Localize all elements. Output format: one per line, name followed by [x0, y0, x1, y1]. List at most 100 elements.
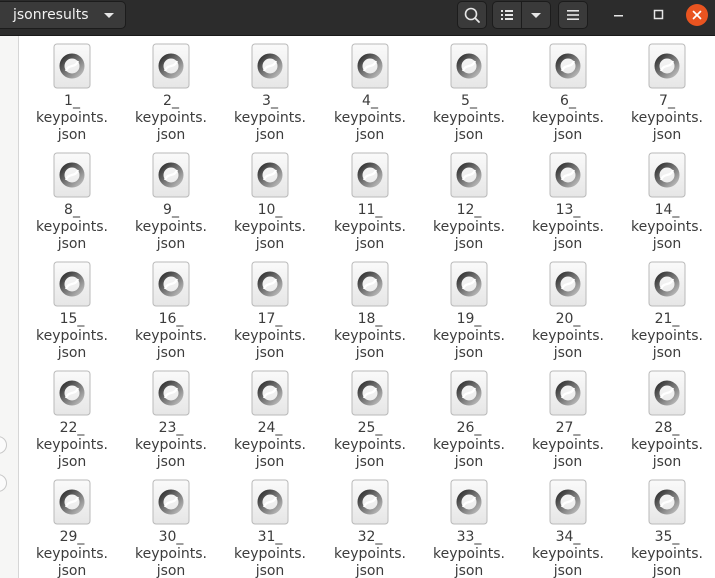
json-file-icon: [648, 479, 686, 525]
file-name-line: keypoints.: [532, 437, 604, 453]
file-name-label: 11_ keypoints. json: [325, 202, 415, 253]
file-name-label: 20_ keypoints. json: [523, 311, 613, 362]
file-name-line: keypoints.: [631, 546, 703, 562]
file-name-line: 10_: [257, 202, 283, 218]
json-file-icon-graphic: [648, 152, 686, 198]
json-file-icon-graphic: [549, 43, 587, 89]
sidebar-edge: [0, 36, 19, 578]
file-name-line: json: [57, 127, 87, 143]
file-name-label: 19_ keypoints. json: [424, 311, 514, 362]
file-name-line: json: [255, 454, 285, 470]
file-name-line: keypoints.: [135, 546, 207, 562]
hamburger-menu-icon: [567, 10, 579, 20]
file-name-line: 20_: [555, 311, 581, 327]
file-name-line: 8_: [64, 202, 80, 218]
file-name-line: json: [57, 236, 87, 252]
file-name-line: keypoints.: [631, 437, 703, 453]
file-name-line: json: [652, 345, 682, 361]
file-name-label: 35_ keypoints. json: [622, 529, 712, 578]
list-view-button[interactable]: [493, 2, 521, 28]
json-file-icon-graphic: [450, 152, 488, 198]
json-file-icon: [351, 152, 389, 198]
json-file-icon: [549, 152, 587, 198]
header-bar: jsonresults: [0, 0, 715, 36]
path-bar-button[interactable]: jsonresults: [0, 1, 126, 29]
file-name-line: json: [355, 127, 385, 143]
json-file-icon: [450, 370, 488, 416]
file-name-line: keypoints.: [234, 437, 306, 453]
file-name-line: 23_: [158, 420, 184, 436]
file-name-line: json: [652, 236, 682, 252]
file-name-label: 3_ keypoints. json: [225, 93, 315, 144]
file-name-line: 21_: [654, 311, 680, 327]
file-name-line: json: [553, 454, 583, 470]
main-menu-button[interactable]: [558, 1, 588, 29]
file-name-line: keypoints.: [631, 110, 703, 126]
file-name-line: keypoints.: [631, 219, 703, 235]
file-name-line: 4_: [362, 93, 378, 109]
file-name-line: 34_: [555, 529, 581, 545]
file-name-line: json: [255, 563, 285, 578]
json-file-icon-graphic: [152, 261, 190, 307]
json-file-icon: [549, 370, 587, 416]
file-name-label: 12_ keypoints. json: [424, 202, 514, 253]
file-name-line: 27_: [555, 420, 581, 436]
json-file-icon-graphic: [450, 370, 488, 416]
json-file-icon: [351, 479, 389, 525]
json-file-icon-graphic: [549, 479, 587, 525]
file-name-label: 5_ keypoints. json: [424, 93, 514, 144]
maximize-icon: [653, 9, 664, 20]
file-name-line: keypoints.: [334, 546, 406, 562]
json-file-icon-graphic: [53, 43, 91, 89]
file-name-label: 4_ keypoints. json: [325, 93, 415, 144]
file-name-line: keypoints.: [135, 437, 207, 453]
json-file-icon: [152, 261, 190, 307]
file-name-label: 17_ keypoints. json: [225, 311, 315, 362]
file-name-line: keypoints.: [234, 219, 306, 235]
file-name-line: keypoints.: [532, 328, 604, 344]
file-name-line: json: [652, 454, 682, 470]
file-name-line: 11_: [357, 202, 383, 218]
file-name-line: json: [652, 127, 682, 143]
file-name-line: keypoints.: [36, 437, 108, 453]
file-name-line: json: [156, 236, 186, 252]
file-name-line: 13_: [555, 202, 581, 218]
file-name-line: json: [553, 127, 583, 143]
json-file-icon: [450, 261, 488, 307]
json-file-icon-graphic: [152, 479, 190, 525]
file-icon-grid: 1_ keypoints. json 2_ keypoints. json 3_ keypoi…: [19, 36, 715, 578]
file-name-line: json: [553, 236, 583, 252]
file-name-line: 22_: [59, 420, 85, 436]
file-name-line: keypoints.: [234, 328, 306, 344]
json-file-icon: [351, 370, 389, 416]
file-name-line: json: [57, 563, 87, 578]
sidebar-device-icon[interactable]: [0, 474, 7, 492]
file-manager-window: jsonresults 1_ keypoints. json 2_ keypoi…: [0, 0, 715, 578]
search-button[interactable]: [457, 1, 487, 29]
close-button[interactable]: [686, 4, 708, 26]
file-name-line: 26_: [456, 420, 482, 436]
file-name-label: 18_ keypoints. json: [325, 311, 415, 362]
json-file-icon-graphic: [152, 152, 190, 198]
file-name-label: 24_ keypoints. json: [225, 420, 315, 471]
file-name-line: 24_: [257, 420, 283, 436]
json-file-icon: [450, 479, 488, 525]
search-icon: [464, 7, 480, 23]
sidebar-device-icon[interactable]: [0, 436, 7, 454]
maximize-button[interactable]: [646, 3, 670, 27]
json-file-icon: [53, 261, 91, 307]
file-name-line: keypoints.: [334, 219, 406, 235]
file-name-line: keypoints.: [334, 328, 406, 344]
file-name-label: 34_ keypoints. json: [523, 529, 613, 578]
view-options-button[interactable]: [522, 2, 550, 28]
file-name-line: json: [156, 454, 186, 470]
minimize-button[interactable]: [606, 3, 630, 27]
file-name-line: json: [156, 345, 186, 361]
file-name-line: keypoints.: [433, 110, 505, 126]
file-name-line: json: [156, 127, 186, 143]
json-file-icon-graphic: [549, 370, 587, 416]
close-icon: [692, 10, 702, 20]
file-name-line: keypoints.: [433, 219, 505, 235]
file-name-line: keypoints.: [36, 110, 108, 126]
file-name-line: 6_: [560, 93, 576, 109]
